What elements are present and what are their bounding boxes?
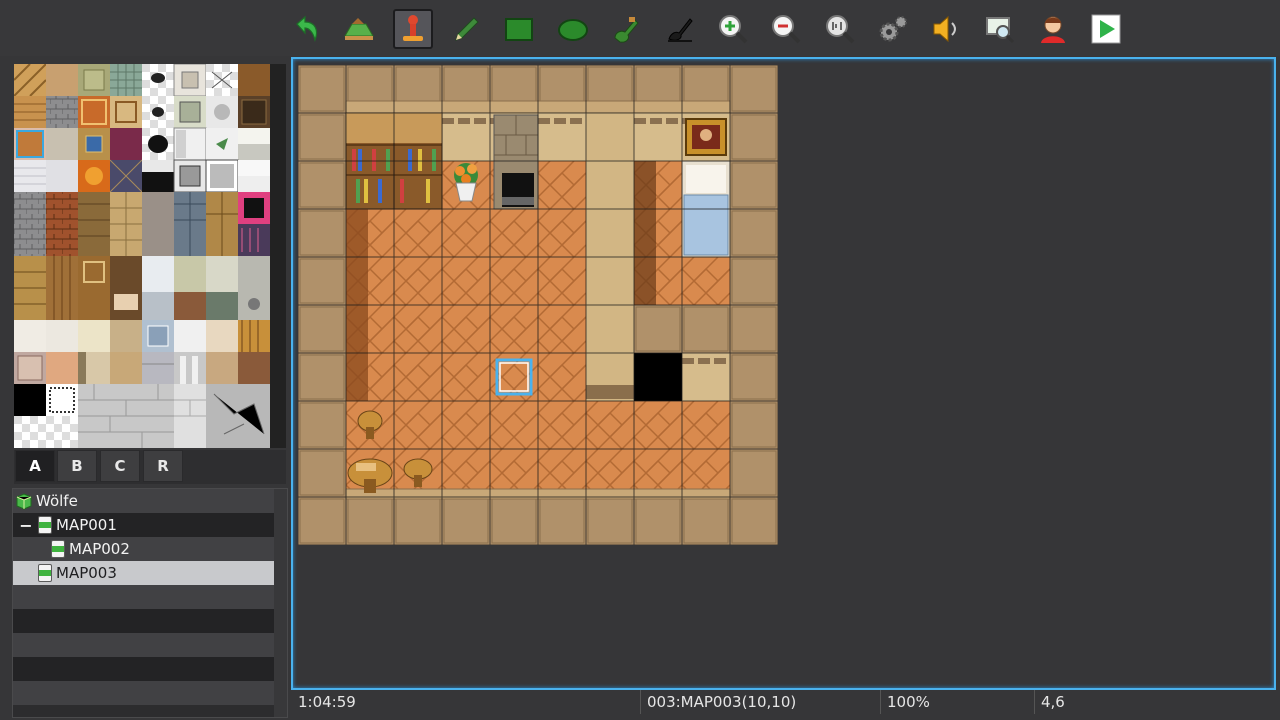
tree-row-map001[interactable]: − MAP001 bbox=[13, 513, 274, 537]
status-bar: 1:04:59 003:MAP003(10,10) 100% 4,6 bbox=[292, 690, 1280, 720]
tree-row-empty bbox=[13, 609, 274, 633]
event-piece-icon bbox=[403, 15, 423, 41]
undo-button[interactable] bbox=[286, 9, 326, 49]
map-icon bbox=[51, 540, 65, 558]
tree-row-empty bbox=[13, 633, 274, 657]
tree-row-project[interactable]: Wölfe bbox=[13, 489, 274, 513]
map-label: MAP003 bbox=[56, 564, 117, 582]
tab-c[interactable]: C bbox=[100, 450, 140, 482]
map-label: MAP002 bbox=[69, 540, 130, 558]
actual-size-button[interactable] bbox=[820, 9, 860, 49]
map-mode-button[interactable] bbox=[339, 9, 379, 49]
shadow-pen-button[interactable] bbox=[660, 9, 700, 49]
map-tree: Wölfe − MAP001 MAP002 MAP003 bbox=[12, 488, 288, 718]
status-coords: 4,6 bbox=[1034, 690, 1274, 714]
tree-scrollbar[interactable] bbox=[274, 489, 287, 717]
zoom-in-icon bbox=[719, 15, 748, 44]
shadow-pen-icon bbox=[668, 18, 693, 42]
tab-a[interactable]: A bbox=[15, 450, 55, 482]
status-map: 003:MAP003(10,10) bbox=[640, 690, 880, 714]
status-time: 1:04:59 bbox=[298, 693, 356, 711]
ellipse-button[interactable] bbox=[553, 9, 593, 49]
tree-row-map002[interactable]: MAP002 bbox=[13, 537, 274, 561]
map-icon bbox=[38, 564, 52, 582]
pencil-icon bbox=[455, 17, 479, 41]
event-mode-button[interactable] bbox=[393, 9, 433, 49]
tree-row-map003[interactable]: MAP003 bbox=[13, 561, 274, 585]
character-icon bbox=[1041, 16, 1065, 43]
zoom-out-button[interactable] bbox=[766, 9, 806, 49]
tree-row-empty bbox=[13, 657, 274, 681]
tileset-palette[interactable] bbox=[14, 64, 286, 448]
status-zoom: 100% bbox=[880, 690, 1034, 714]
zoom-in-button[interactable] bbox=[713, 9, 753, 49]
tree-row-empty bbox=[13, 681, 274, 705]
sound-test-button[interactable] bbox=[926, 9, 966, 49]
toolbar bbox=[0, 0, 1280, 56]
project-name: Wölfe bbox=[36, 492, 78, 510]
zoom-out-icon bbox=[772, 15, 801, 44]
database-button[interactable] bbox=[873, 9, 913, 49]
zoom-actual-icon bbox=[826, 15, 855, 44]
character-generator-button[interactable] bbox=[1033, 9, 1073, 49]
play-icon bbox=[1091, 14, 1121, 44]
speaker-icon bbox=[933, 15, 956, 43]
fill-button[interactable] bbox=[606, 9, 646, 49]
search-screen-icon bbox=[986, 17, 1015, 44]
collapse-toggle[interactable]: − bbox=[19, 513, 33, 537]
tree-row-empty bbox=[13, 585, 274, 609]
tileset-grid bbox=[14, 64, 270, 448]
event-search-button[interactable] bbox=[980, 9, 1020, 49]
gear-icon bbox=[879, 16, 907, 42]
editor-window: A B C R Wölfe − MAP001 MAP002 MAP003 1:0… bbox=[0, 0, 1280, 720]
map-canvas[interactable] bbox=[298, 65, 778, 545]
tab-b[interactable]: B bbox=[57, 450, 97, 482]
tileset-tabs: A B C R bbox=[14, 450, 286, 484]
pencil-button[interactable] bbox=[446, 9, 486, 49]
undo-arrow-icon bbox=[296, 15, 318, 42]
rectangle-button[interactable] bbox=[499, 9, 539, 49]
map-icon bbox=[38, 516, 52, 534]
map-layer-icon bbox=[344, 18, 374, 40]
ellipse-icon bbox=[558, 19, 588, 41]
map-editor-area[interactable] bbox=[291, 57, 1276, 690]
fill-bucket-icon bbox=[614, 17, 639, 43]
rectangle-icon bbox=[505, 18, 533, 41]
project-cube-icon bbox=[16, 493, 32, 510]
map-label: MAP001 bbox=[56, 516, 117, 534]
playtest-button[interactable] bbox=[1086, 9, 1126, 49]
tab-r[interactable]: R bbox=[143, 450, 183, 482]
